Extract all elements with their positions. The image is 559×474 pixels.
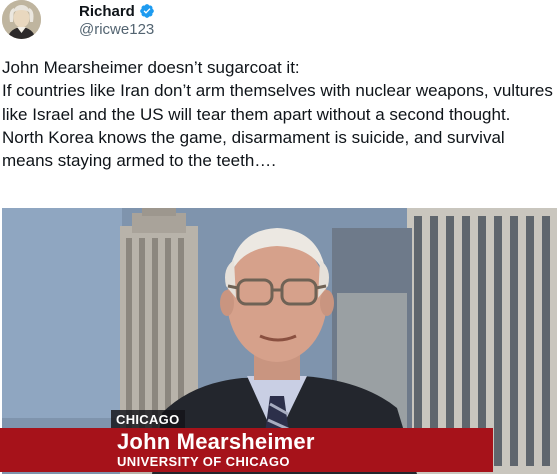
avatar[interactable]: [2, 0, 41, 39]
author-name-row[interactable]: Richard: [79, 2, 155, 20]
tweet-text: John Mearsheimer doesn’t sugarcoat it: I…: [2, 56, 554, 172]
tweet-line: John Mearsheimer doesn’t sugarcoat it:: [2, 58, 300, 77]
author-handle[interactable]: @ricwe123: [79, 21, 154, 38]
portrait-avatar-icon: [2, 0, 41, 39]
verified-badge-icon: [140, 4, 154, 18]
lower-third-title: UNIVERSITY OF CHICAGO: [117, 454, 290, 469]
lower-third-name: John Mearsheimer: [117, 429, 315, 454]
location-tag: CHICAGO: [111, 410, 185, 428]
tweet-line: If countries like Iran don’t arm themsel…: [2, 81, 553, 124]
author-name[interactable]: Richard: [79, 3, 135, 20]
tweet-line: North Korea knows the game, disarmament …: [2, 127, 505, 171]
location-label: CHICAGO: [116, 411, 180, 427]
